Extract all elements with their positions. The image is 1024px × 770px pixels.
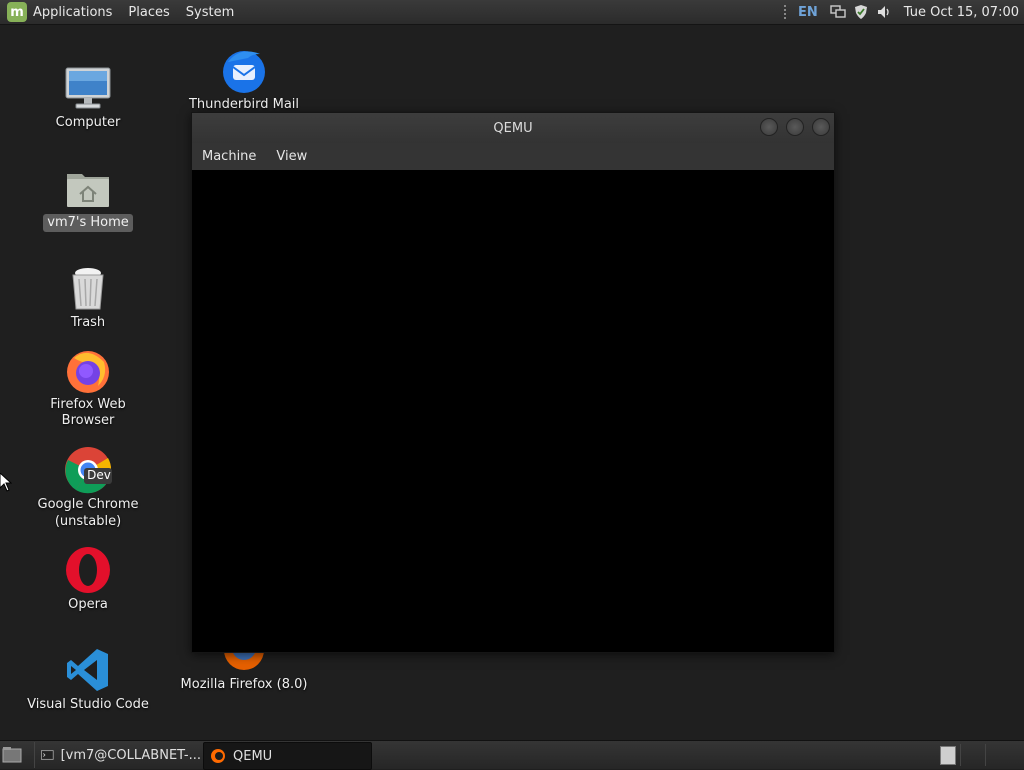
mint-menu-icon[interactable]: m (7, 2, 27, 22)
menu-applications[interactable]: Applications (27, 5, 120, 20)
menu-places[interactable]: Places (120, 5, 177, 20)
desktop-icon-chrome[interactable]: Dev Google Chrome (unstable) (18, 446, 158, 531)
workspace-3[interactable] (985, 744, 1008, 766)
taskbar: [vm7@COLLABNET-... QEMU (0, 740, 1024, 770)
close-button[interactable] (812, 118, 830, 136)
maximize-button[interactable] (786, 118, 804, 136)
taskbar-item-qemu[interactable]: QEMU (203, 742, 372, 770)
tray-separator (784, 5, 788, 19)
window-menubar: Machine View (192, 143, 834, 170)
top-panel: m Applications Places System EN Tue Oct … (0, 0, 1024, 25)
vm-display[interactable] (192, 170, 834, 652)
window-titlebar[interactable]: QEMU (192, 113, 834, 143)
workspace-1[interactable] (940, 746, 956, 765)
menu-view[interactable]: View (266, 149, 317, 164)
menu-machine[interactable]: Machine (192, 149, 266, 164)
desktop-icon-label: Visual Studio Code (27, 697, 149, 712)
computer-icon (64, 64, 112, 112)
taskbar-item-terminal[interactable]: [vm7@COLLABNET-... (34, 742, 201, 768)
volume-icon[interactable] (876, 4, 892, 20)
desktop-icon-label: Mozilla Firefox (8.0) (180, 677, 308, 692)
terminal-icon (41, 750, 54, 760)
firefox-icon (64, 346, 112, 394)
desktop-icon-home[interactable]: vm7's Home (18, 164, 158, 232)
desktop-icon-computer[interactable]: Computer (18, 64, 158, 132)
taskbar-item-label: [vm7@COLLABNET-... (60, 747, 201, 763)
desktop-icon-firefox[interactable]: Firefox Web Browser (18, 346, 158, 430)
desktop-icon-label: Computer (55, 115, 121, 130)
desktop-icon-label-line1: Google Chrome (37, 497, 139, 512)
qemu-icon (211, 749, 225, 763)
desktop-icon-label: Trash (70, 315, 106, 330)
network-icon[interactable] (830, 4, 846, 20)
menu-system[interactable]: System (178, 5, 242, 20)
desktop-icon-trash[interactable]: Trash (18, 264, 158, 332)
vscode-icon (64, 646, 112, 694)
shield-icon[interactable] (853, 4, 869, 20)
mouse-cursor-icon (0, 473, 12, 492)
keyboard-layout-indicator[interactable]: EN (798, 5, 818, 20)
window-title: QEMU (493, 120, 533, 136)
show-desktop-icon[interactable] (2, 746, 22, 763)
taskbar-item-label: QEMU (233, 748, 273, 764)
desktop-icon-label: Opera (68, 597, 108, 612)
desktop-icon-label: vm7's Home (43, 214, 133, 232)
workspace-2[interactable] (960, 744, 983, 766)
desktop-icon-opera[interactable]: Opera (18, 546, 158, 614)
thunderbird-icon (220, 46, 268, 94)
clock[interactable]: Tue Oct 15, 07:00 (904, 5, 1019, 20)
desktop-icon-vscode[interactable]: Visual Studio Code (18, 646, 158, 714)
desktop-icon-thunderbird[interactable]: Thunderbird Mail (174, 46, 314, 114)
qemu-window: QEMU Machine View (191, 112, 835, 653)
home-folder-icon (64, 164, 112, 212)
system-tray: EN Tue Oct 15, 07:00 (784, 0, 1024, 24)
window-controls (752, 118, 830, 136)
chrome-dev-icon: Dev (64, 446, 112, 494)
opera-icon (64, 546, 112, 594)
minimize-button[interactable] (760, 118, 778, 136)
chrome-dev-badge: Dev (87, 468, 111, 482)
desktop-icon-label-line2: (unstable) (54, 514, 122, 529)
desktop-icon-label: Firefox Web Browser (50, 397, 126, 428)
trash-icon (64, 264, 112, 312)
